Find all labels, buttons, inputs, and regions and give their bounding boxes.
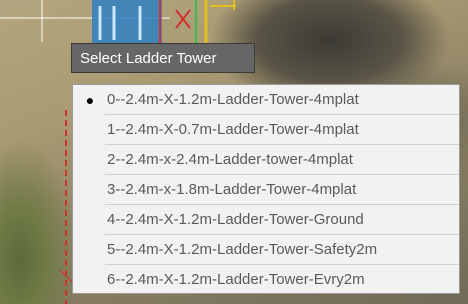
popup-title-text: Select Ladder Tower bbox=[80, 49, 217, 67]
menu-item-label: 1--2.4m-X-0.7m-Ladder-Tower-4mplat bbox=[107, 121, 359, 138]
menu-item-label: 0--2.4m-X-1.2m-Ladder-Tower-4mplat bbox=[107, 91, 359, 108]
menu-item-1[interactable]: 1--2.4m-X-0.7m-Ladder-Tower-4mplat bbox=[73, 115, 459, 144]
menu-item-label: 5--2.4m-X-1.2m-Ladder-Tower-Safety2m bbox=[107, 241, 378, 258]
menu-item-4[interactable]: 4--2.4m-X-1.2m-Ladder-Tower-Ground bbox=[73, 205, 459, 234]
ladder-tower-menu: ● 0--2.4m-X-1.2m-Ladder-Tower-4mplat 1--… bbox=[72, 84, 460, 294]
menu-item-label: 6--2.4m-X-1.2m-Ladder-Tower-Evry2m bbox=[107, 271, 365, 288]
menu-item-6[interactable]: 6--2.4m-X-1.2m-Ladder-Tower-Evry2m bbox=[73, 265, 459, 294]
menu-item-5[interactable]: 5--2.4m-X-1.2m-Ladder-Tower-Safety2m bbox=[73, 235, 459, 264]
select-ladder-tower-title: Select Ladder Tower bbox=[71, 43, 255, 73]
menu-item-0[interactable]: ● 0--2.4m-X-1.2m-Ladder-Tower-4mplat bbox=[73, 85, 459, 114]
menu-item-label: 2--2.4m-x-2.4m-Ladder-tower-4mplat bbox=[107, 151, 353, 168]
menu-item-label: 3--2.4m-x-1.8m-Ladder-Tower-4mplat bbox=[107, 181, 357, 198]
menu-item-label: 4--2.4m-X-1.2m-Ladder-Tower-Ground bbox=[107, 211, 364, 228]
menu-item-2[interactable]: 2--2.4m-x-2.4m-Ladder-tower-4mplat bbox=[73, 145, 459, 174]
menu-item-3[interactable]: 3--2.4m-x-1.8m-Ladder-Tower-4mplat bbox=[73, 175, 459, 204]
bullet-icon: ● bbox=[85, 91, 95, 108]
